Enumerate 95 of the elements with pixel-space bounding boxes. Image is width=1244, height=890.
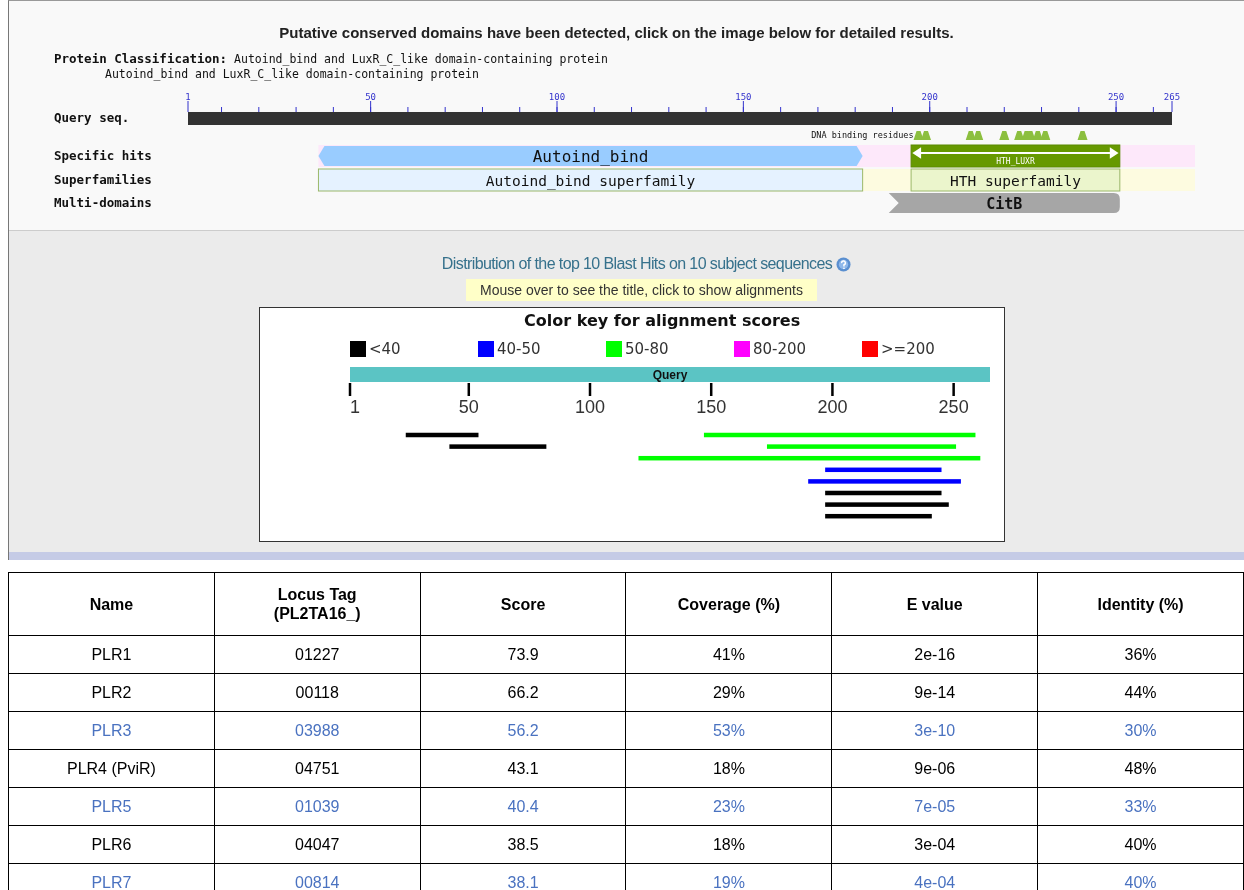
tick-mark bbox=[830, 383, 834, 396]
classification-line: Protein Classification: Autoind_bind and LuxR_C_like domain-containing protein bbox=[54, 51, 609, 66]
table-cell: 03988 bbox=[214, 711, 421, 750]
tick-label: 250 bbox=[938, 397, 969, 417]
multi-domain-bar[interactable] bbox=[888, 193, 1120, 213]
table-cell: 18% bbox=[626, 825, 832, 864]
table-cell: 04751 bbox=[214, 749, 421, 788]
table-cell: 3e-10 bbox=[831, 711, 1038, 750]
table-cell: 7e-05 bbox=[831, 787, 1038, 826]
chart-title: Color key for alignment scores bbox=[523, 311, 800, 330]
tick-label: 50 bbox=[458, 397, 479, 417]
superfamily-bar[interactable] bbox=[317, 168, 864, 192]
table-cell: 33% bbox=[1037, 787, 1244, 826]
tick-label: 150 bbox=[735, 93, 752, 102]
table-cell: 00118 bbox=[214, 673, 421, 712]
column-header: E value bbox=[831, 572, 1038, 636]
double-arrow-icon bbox=[913, 147, 1118, 158]
tick-label: 100 bbox=[548, 93, 566, 102]
track-label: Query seq. bbox=[54, 110, 130, 125]
column-header: Score bbox=[420, 572, 626, 636]
hit-bar[interactable] bbox=[824, 467, 941, 473]
tick-label: 265 bbox=[1163, 93, 1181, 102]
legend-label: <40 bbox=[368, 340, 401, 358]
table-cell: 01227 bbox=[214, 635, 421, 674]
tick-mark bbox=[709, 383, 712, 396]
hit-bar[interactable] bbox=[824, 513, 932, 519]
domain-bar[interactable] bbox=[318, 146, 863, 166]
legend-label: >=200 bbox=[880, 340, 935, 358]
table-cell: 73.9 bbox=[420, 635, 626, 674]
table-cell: PLR1 bbox=[8, 635, 215, 674]
table-cell: 38.5 bbox=[420, 825, 626, 864]
legend-label: 40-50 bbox=[496, 340, 541, 358]
table-cell: PLR3 bbox=[8, 711, 215, 750]
table-cell: PLR6 bbox=[8, 825, 215, 864]
table-cell: PLR2 bbox=[8, 673, 215, 712]
panel-title: Putative conserved domains have been detected, click on the image below for detailed results. bbox=[278, 23, 955, 41]
domain-label: HTH superfamily bbox=[950, 172, 1081, 189]
table-cell: 3e-04 bbox=[831, 825, 1038, 864]
section-title: Distribution of the top 10 Blast Hits on 10 subject sequences bbox=[441, 255, 833, 273]
tick-mark bbox=[348, 383, 351, 396]
table-cell: PLR4 (PviR) bbox=[8, 749, 215, 788]
track-label: Multi-domains bbox=[54, 195, 152, 210]
table-cell: 2e-16 bbox=[831, 635, 1038, 674]
column-header: Coverage (%) bbox=[626, 572, 832, 636]
tick-mark bbox=[467, 383, 470, 396]
hit-bar[interactable] bbox=[405, 432, 478, 438]
table-cell: 9e-06 bbox=[831, 749, 1038, 788]
domain-label: CitB bbox=[986, 194, 1023, 213]
domain-label: Autoind_bind superfamily bbox=[485, 172, 696, 189]
table-cell: 23% bbox=[626, 787, 832, 826]
column-header: Locus Tag (PL2TA16_) bbox=[214, 572, 421, 636]
table-cell: 40% bbox=[1037, 825, 1244, 864]
track-label: Specific hits bbox=[54, 148, 152, 163]
track-label: Superfamilies bbox=[54, 172, 152, 187]
legend-label: 80-200 bbox=[752, 340, 806, 358]
table-cell: 66.2 bbox=[420, 673, 626, 712]
tick-label: 200 bbox=[921, 93, 938, 102]
hit-bar[interactable] bbox=[824, 490, 941, 496]
hint-text: Mouse over to see the title, click to show alignments bbox=[466, 279, 817, 301]
query-label: Query bbox=[652, 368, 687, 382]
table-cell: 48% bbox=[1037, 749, 1244, 788]
table-cell: 30% bbox=[1037, 711, 1244, 750]
column-header: Name bbox=[8, 572, 215, 636]
table-cell: 9e-14 bbox=[831, 673, 1038, 712]
table-cell: 56.2 bbox=[420, 711, 626, 750]
tick-label: 50 bbox=[365, 93, 377, 102]
annotation-label: DNA binding residues bbox=[811, 130, 914, 140]
column-header: Identity (%) bbox=[1037, 572, 1244, 636]
tick-mark bbox=[951, 383, 955, 396]
table-cell: 18% bbox=[626, 749, 832, 788]
tick-mark bbox=[588, 383, 591, 396]
domain-bar[interactable] bbox=[910, 144, 1121, 168]
domain-label: HTH_LUXR bbox=[996, 157, 1035, 166]
tick-label: 1 bbox=[349, 397, 360, 417]
tick-label: 150 bbox=[695, 397, 726, 417]
table-cell: 36% bbox=[1037, 635, 1244, 674]
table-cell: 43.1 bbox=[420, 749, 626, 788]
tick-label: 100 bbox=[574, 397, 605, 417]
superfamily-bar[interactable] bbox=[910, 168, 1121, 192]
table-cell: 04047 bbox=[214, 825, 421, 864]
table-cell: 53% bbox=[626, 711, 832, 750]
classification-line: Autoind_bind and LuxR_C_like domain-containing protein bbox=[105, 67, 480, 81]
table-cell: 40.4 bbox=[420, 787, 626, 826]
domain-label: Autoind_bind bbox=[532, 147, 649, 167]
tick-label: 250 bbox=[1107, 93, 1125, 102]
table-cell: 29% bbox=[626, 673, 832, 712]
table-cell: PLR5 bbox=[8, 787, 215, 826]
table-cell: 01039 bbox=[214, 787, 421, 826]
tick-label: 1 bbox=[185, 93, 191, 102]
table-cell: PLR7 bbox=[8, 863, 215, 890]
table-cell: 41% bbox=[626, 635, 832, 674]
table-cell: 44% bbox=[1037, 673, 1244, 712]
help-icon[interactable] bbox=[836, 256, 852, 272]
tick-label: 200 bbox=[816, 397, 847, 417]
legend-label: 50-80 bbox=[624, 340, 669, 358]
